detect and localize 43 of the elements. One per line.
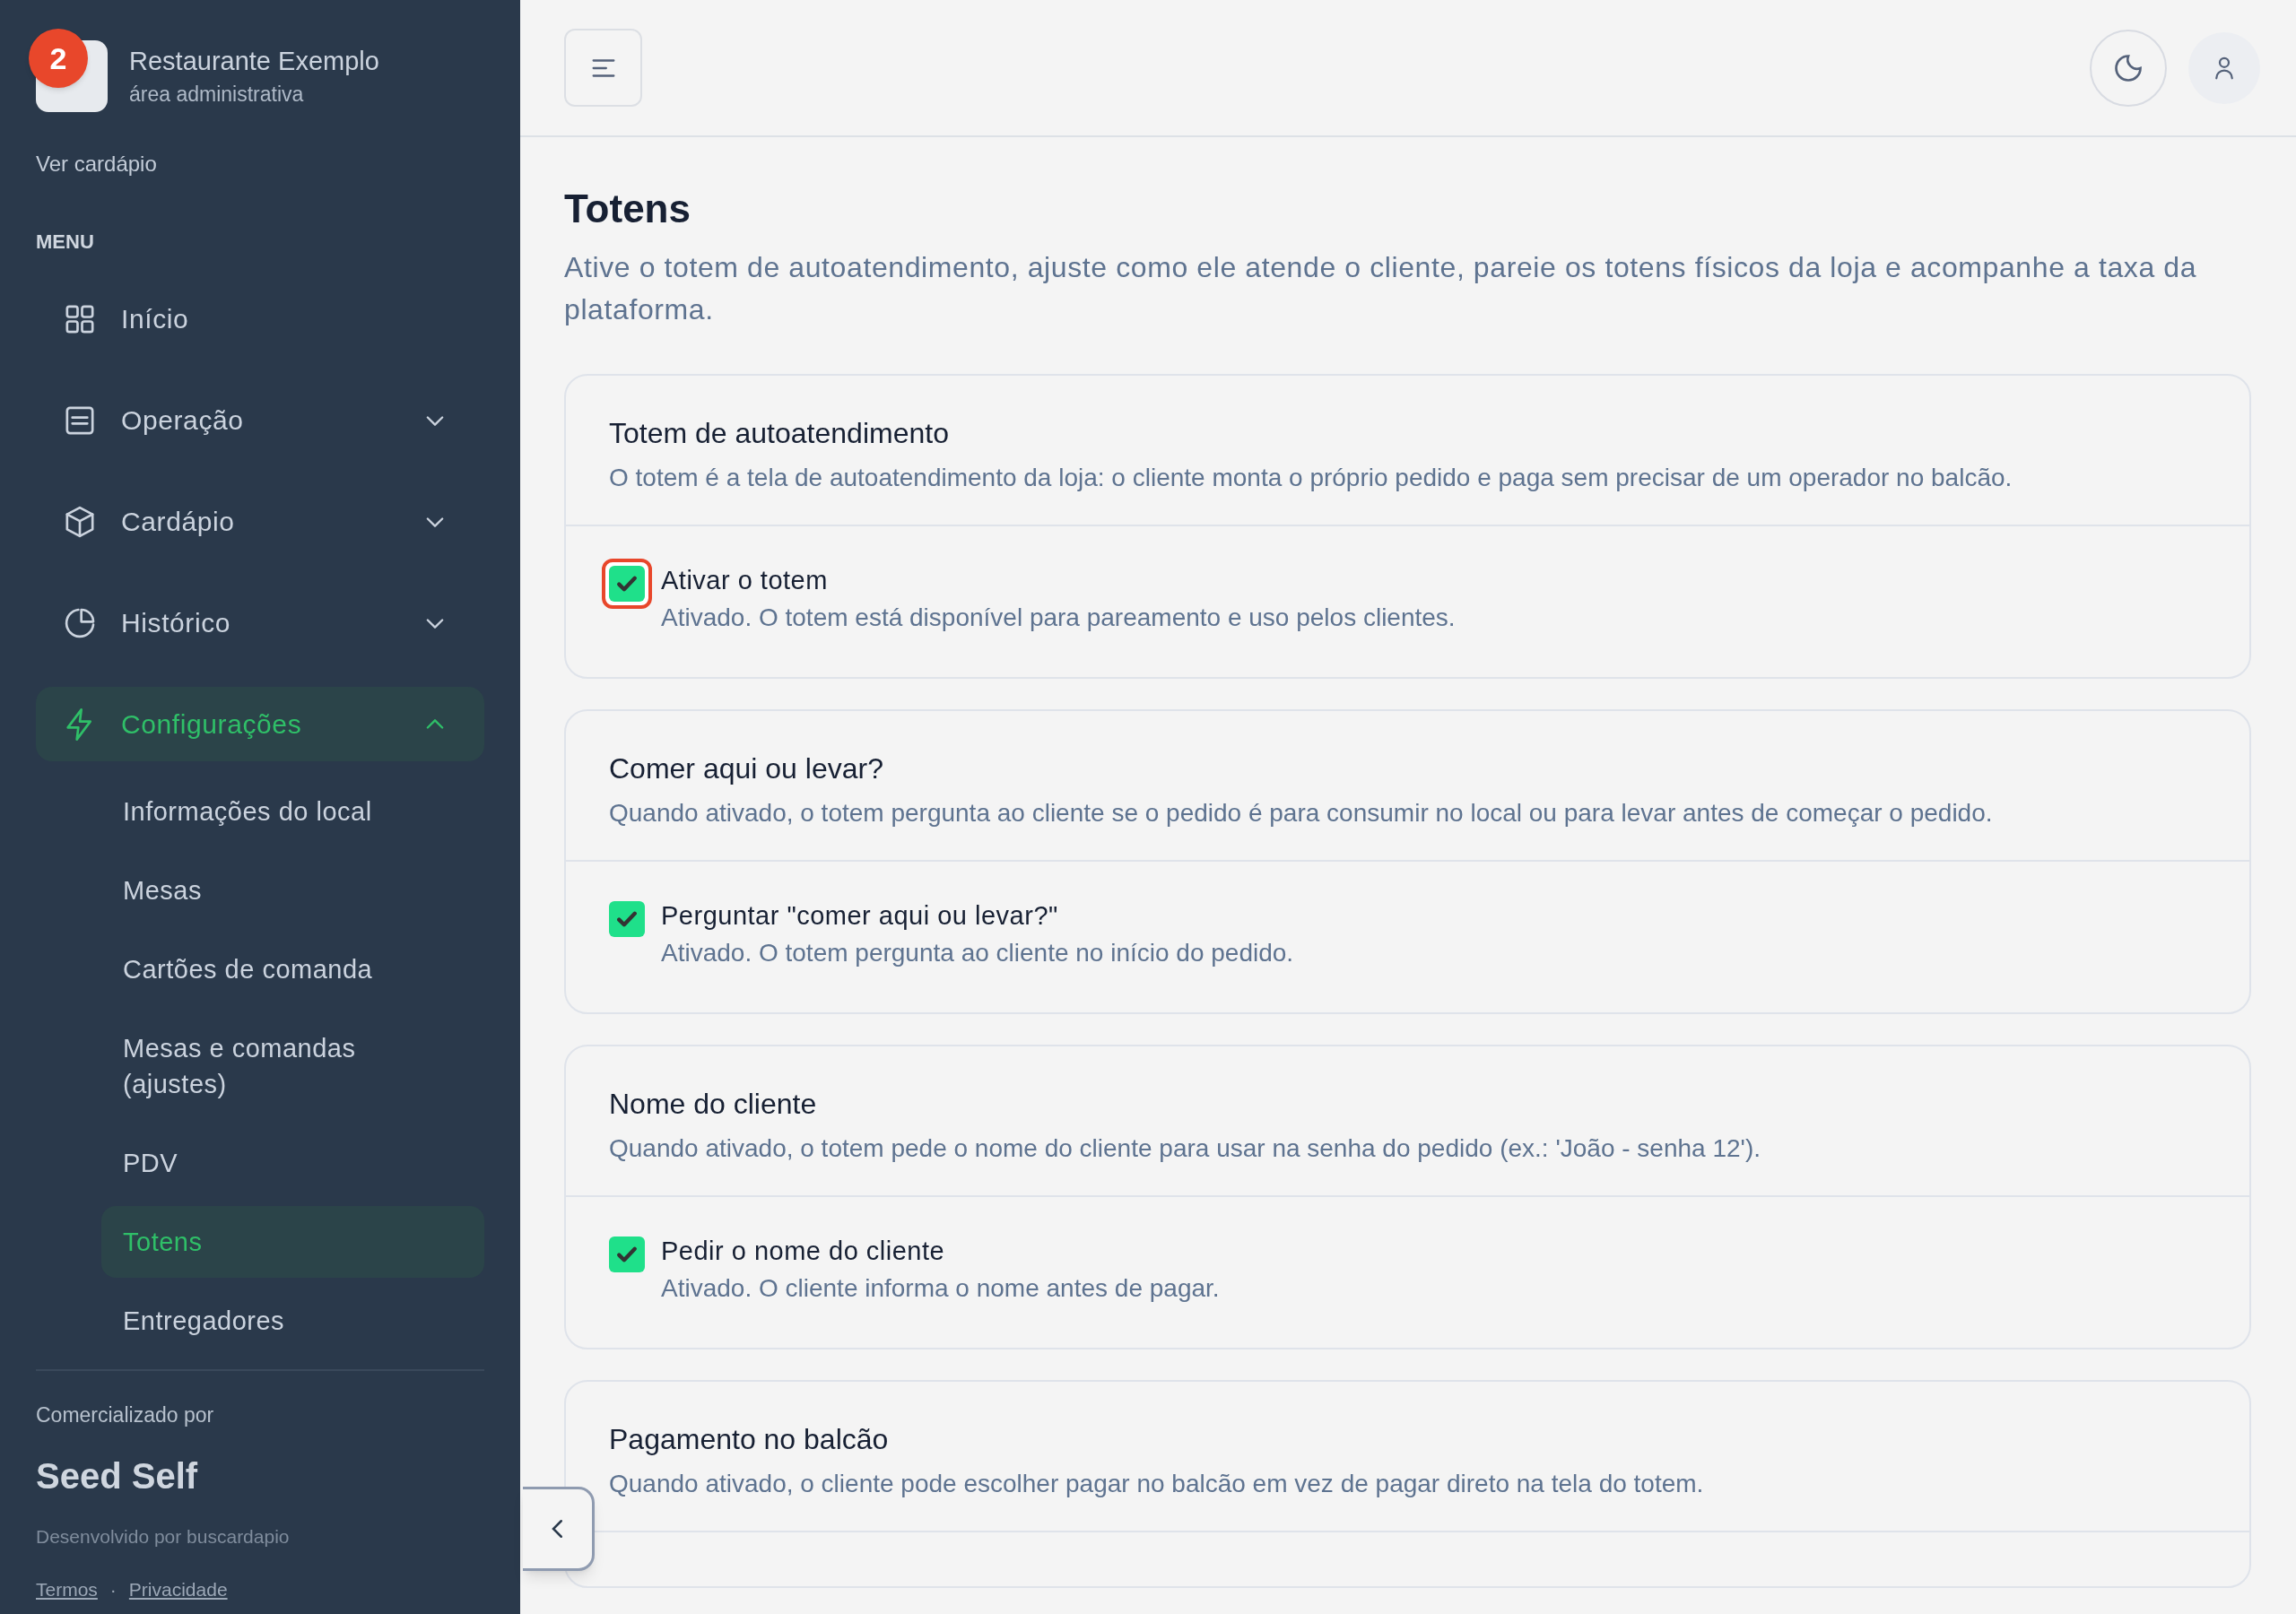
brand-name: Seed Self	[36, 1454, 199, 1497]
nav-item[interactable]: Histórico	[36, 586, 484, 660]
nav-subitem[interactable]: Informações do local	[101, 776, 484, 847]
view-menu-link[interactable]: Ver cardápio	[36, 148, 157, 180]
collapse-sidebar-button[interactable]	[523, 1487, 595, 1571]
developer-credit: Desenvolvido por buscardapio	[36, 1524, 291, 1549]
page-description: Ative o totem de autoatendimento, ajuste como ele atende o cliente, pareie os totens físicos da loja e acompanhe a taxa da plataforma.	[564, 250, 2198, 327]
checkbox-description: Ativado. O totem pergunta ao cliente no início do pedido.	[661, 938, 1294, 968]
nav-item[interactable]: Configurações	[36, 687, 484, 761]
card-description: Quando ativado, o totem pede o nome do cliente para usar na senha do pedido (ex.: 'João - senha 12').	[609, 1133, 1761, 1164]
nav-subitem[interactable]: Totens	[101, 1206, 484, 1278]
card-title: Totem de autoatendimento	[609, 416, 950, 451]
card-title: Nome do cliente	[609, 1087, 818, 1122]
checkbox-label: Ativar o totem	[661, 565, 829, 596]
nav-subitem[interactable]: PDV	[101, 1127, 484, 1199]
sold-by-label: Comercializado por	[36, 1402, 215, 1428]
checkbox-description: Ativado. O cliente informa o nome antes de pagar.	[661, 1273, 1220, 1304]
card-description: O totem é a tela de autoatendimento da loja: o cliente monta o próprio pedido e paga sem precisar de um operador no balcão.	[609, 463, 2013, 493]
nav-subitem[interactable]: Entregadores	[101, 1285, 484, 1357]
checkbox-label: Perguntar "comer aqui ou levar?"	[661, 900, 1059, 932]
nav-subitem[interactable]: Mesas	[101, 855, 484, 926]
dark-mode-button[interactable]	[2090, 29, 2167, 107]
nav-item[interactable]: Cardápio	[36, 484, 484, 559]
checkbox-label: Pedir o nome do cliente	[661, 1236, 946, 1267]
notification-badge: 2	[29, 29, 88, 88]
privacy-link[interactable]: Privacidade	[128, 1575, 228, 1604]
nav-item[interactable]: Operação	[36, 383, 484, 457]
page-title: Totens	[564, 186, 691, 232]
menu-heading: MENU	[36, 230, 95, 255]
checkbox[interactable]	[602, 559, 652, 609]
checkbox-description: Ativado. O totem está disponível para pareamento e uso pelos clientes.	[661, 603, 1456, 633]
card-title: Pagamento no balcão	[609, 1422, 890, 1457]
nav-subitem[interactable]: Mesas e comandas (ajustes)	[101, 1012, 484, 1120]
nav-item[interactable]: Início	[36, 282, 484, 356]
restaurant-name: Restaurante Exemplo	[129, 46, 379, 77]
card-description: Quando ativado, o totem pergunta ao cliente se o pedido é para consumir no local ou para levar antes de começar o pedido.	[609, 798, 1994, 829]
menu-button[interactable]	[564, 29, 642, 107]
nav-subitem[interactable]: Cartões de comanda	[101, 933, 484, 1005]
card-title: Comer aqui ou levar?	[609, 751, 884, 786]
card-description: Quando ativado, o cliente pode escolher pagar no balcão em vez de pagar direto na tela do totem.	[609, 1469, 1705, 1499]
link-separator: ·	[109, 1578, 117, 1601]
terms-link[interactable]: Termos	[36, 1575, 98, 1604]
restaurant-subtitle: área administrativa	[129, 82, 305, 108]
